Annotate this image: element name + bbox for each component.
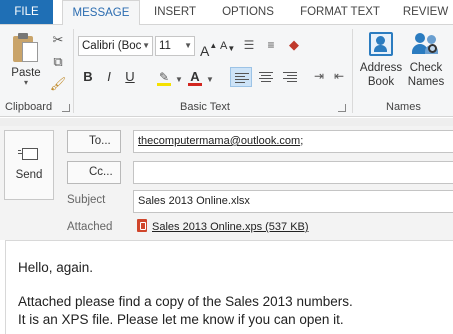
- attachment-link[interactable]: Sales 2013 Online.xps (537 KB): [152, 221, 309, 233]
- clipboard-launcher-icon[interactable]: [62, 104, 70, 112]
- font-size-value: 11: [159, 40, 171, 52]
- cc-field[interactable]: [133, 161, 453, 184]
- copy-icon[interactable]: ⧉: [49, 53, 67, 71]
- body-line: Attached please find a copy of the Sales…: [18, 294, 353, 309]
- group-divider: [73, 29, 74, 113]
- cc-button[interactable]: Cc...: [67, 161, 121, 184]
- tab-insert[interactable]: INSERT: [145, 0, 205, 24]
- align-left-icon: [233, 68, 251, 88]
- recipient-token[interactable]: thecomputermama@outlook.com: [138, 135, 300, 147]
- paste-dropdown-icon[interactable]: ▾: [8, 79, 44, 87]
- attached-label: Attached: [67, 221, 113, 233]
- outdent-icon[interactable]: ⇤: [330, 67, 348, 85]
- recipient-separator: ;: [300, 135, 304, 147]
- check-names-icon: [411, 31, 441, 57]
- clear-formatting-icon[interactable]: ◆: [285, 36, 303, 54]
- subject-field[interactable]: Sales 2013 Online.xlsx: [133, 190, 453, 213]
- highlight-button[interactable]: ✎: [155, 67, 173, 87]
- message-body[interactable]: Hello, again. Attached please find a cop…: [5, 240, 453, 334]
- check-names-button[interactable]: Check Names: [404, 31, 448, 89]
- align-right-button[interactable]: [279, 67, 301, 87]
- grow-font-icon: A: [200, 43, 210, 59]
- body-blank-line: [18, 277, 453, 293]
- ribbon: Paste ▾ ✂ ⧉ 🖌 Clipboard Calibri (Boc ▼ 1…: [0, 24, 453, 117]
- align-center-icon: [257, 67, 275, 87]
- indent-icon[interactable]: ⇥: [310, 67, 328, 85]
- chevron-down-icon: ▼: [184, 41, 192, 50]
- address-book-label-line1: Address: [359, 62, 403, 74]
- address-book-icon: [366, 31, 396, 57]
- clipboard-group-label: Clipboard: [5, 101, 53, 113]
- tab-format-text[interactable]: FORMAT TEXT: [292, 0, 388, 24]
- grow-font-button[interactable]: A▲: [200, 36, 217, 59]
- italic-button[interactable]: I: [101, 67, 117, 87]
- check-names-label-line2: Names: [407, 76, 445, 88]
- basic-text-group-label: Basic Text: [180, 101, 230, 113]
- send-label: Send: [15, 169, 43, 181]
- send-icon: [18, 145, 40, 163]
- address-book-button[interactable]: Address Book: [357, 31, 405, 89]
- tab-review[interactable]: REVIEW: [398, 0, 453, 24]
- tab-options[interactable]: OPTIONS: [212, 0, 284, 24]
- paste-icon: [13, 33, 39, 63]
- shrink-font-button[interactable]: A▼: [220, 36, 235, 56]
- highlighter-icon: ✎: [158, 70, 170, 84]
- font-size-select[interactable]: 11 ▼: [155, 36, 195, 56]
- names-group-label: Names: [386, 101, 421, 113]
- bullets-icon[interactable]: ☰: [240, 36, 258, 54]
- font-color-button[interactable]: A: [187, 67, 203, 87]
- basic-text-launcher-icon[interactable]: [338, 104, 346, 112]
- attachment-row[interactable]: Sales 2013 Online.xps (537 KB): [133, 217, 453, 240]
- body-line: It is an XPS file. Please let me know if…: [18, 312, 344, 327]
- address-book-label-line2: Book: [367, 76, 395, 88]
- tab-message[interactable]: MESSAGE: [62, 0, 140, 25]
- paste-button[interactable]: Paste ▾: [8, 31, 44, 93]
- chevron-down-icon[interactable]: ▼: [206, 75, 214, 84]
- numbering-icon[interactable]: ≡: [262, 36, 280, 54]
- underline-button[interactable]: U: [122, 67, 138, 87]
- ribbon-spacer: [0, 118, 453, 126]
- cut-icon[interactable]: ✂: [49, 31, 67, 49]
- bold-button[interactable]: B: [80, 67, 96, 87]
- check-names-label-line1: Check: [409, 62, 443, 74]
- group-divider: [352, 29, 353, 113]
- tab-file[interactable]: FILE: [0, 0, 53, 24]
- send-button[interactable]: Send: [4, 130, 54, 200]
- compose-header: Send To... thecomputermama@outlook.com; …: [0, 126, 453, 240]
- subject-label: Subject: [67, 194, 106, 206]
- chevron-down-icon: ▼: [142, 41, 150, 50]
- font-name-value: Calibri (Boc: [82, 40, 142, 52]
- font-name-select[interactable]: Calibri (Boc ▼: [78, 36, 153, 56]
- format-painter-icon[interactable]: 🖌: [49, 75, 67, 93]
- font-color-icon: A: [190, 69, 200, 84]
- align-left-button[interactable]: [230, 67, 252, 87]
- ribbon-tab-bar: FILE MESSAGE INSERT OPTIONS FORMAT TEXT …: [0, 0, 453, 25]
- align-center-button[interactable]: [255, 67, 277, 87]
- to-field[interactable]: thecomputermama@outlook.com;: [133, 130, 453, 153]
- body-line: Hello, again.: [18, 260, 94, 275]
- align-right-icon: [281, 67, 299, 87]
- to-button[interactable]: To...: [67, 130, 121, 153]
- xps-file-icon: [137, 219, 147, 232]
- chevron-down-icon[interactable]: ▼: [175, 75, 183, 84]
